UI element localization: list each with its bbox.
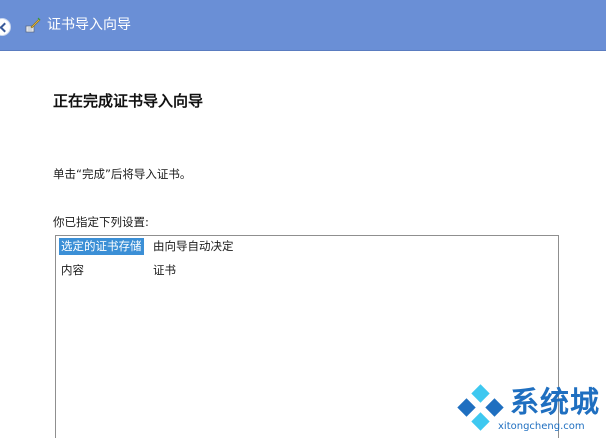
wizard-heading: 正在完成证书导入向导 [53, 92, 204, 110]
finish-instruction: 单击“完成”后将导入证书。 [53, 167, 192, 181]
setting-key[interactable]: 选定的证书存储 [59, 238, 144, 255]
setting-key[interactable]: 内容 [59, 262, 86, 279]
certificate-wizard-icon [25, 17, 41, 33]
setting-value: 证书 [153, 263, 176, 277]
setting-value: 由向导自动决定 [153, 239, 234, 253]
settings-label: 你已指定下列设置: [53, 215, 149, 229]
window-title: 证书导入向导 [47, 17, 131, 33]
title-bar: 证书导入向导 [0, 0, 606, 51]
certificate-import-wizard-window: 证书导入向导 正在完成证书导入向导 单击“完成”后将导入证书。 你已指定下列设置… [0, 0, 606, 438]
watermark: 系统城 xitongcheng.com [452, 384, 606, 438]
watermark-brand: 系统城 [510, 385, 601, 419]
back-arrow-icon[interactable] [0, 18, 11, 36]
watermark-url: xitongcheng.com [498, 421, 585, 432]
